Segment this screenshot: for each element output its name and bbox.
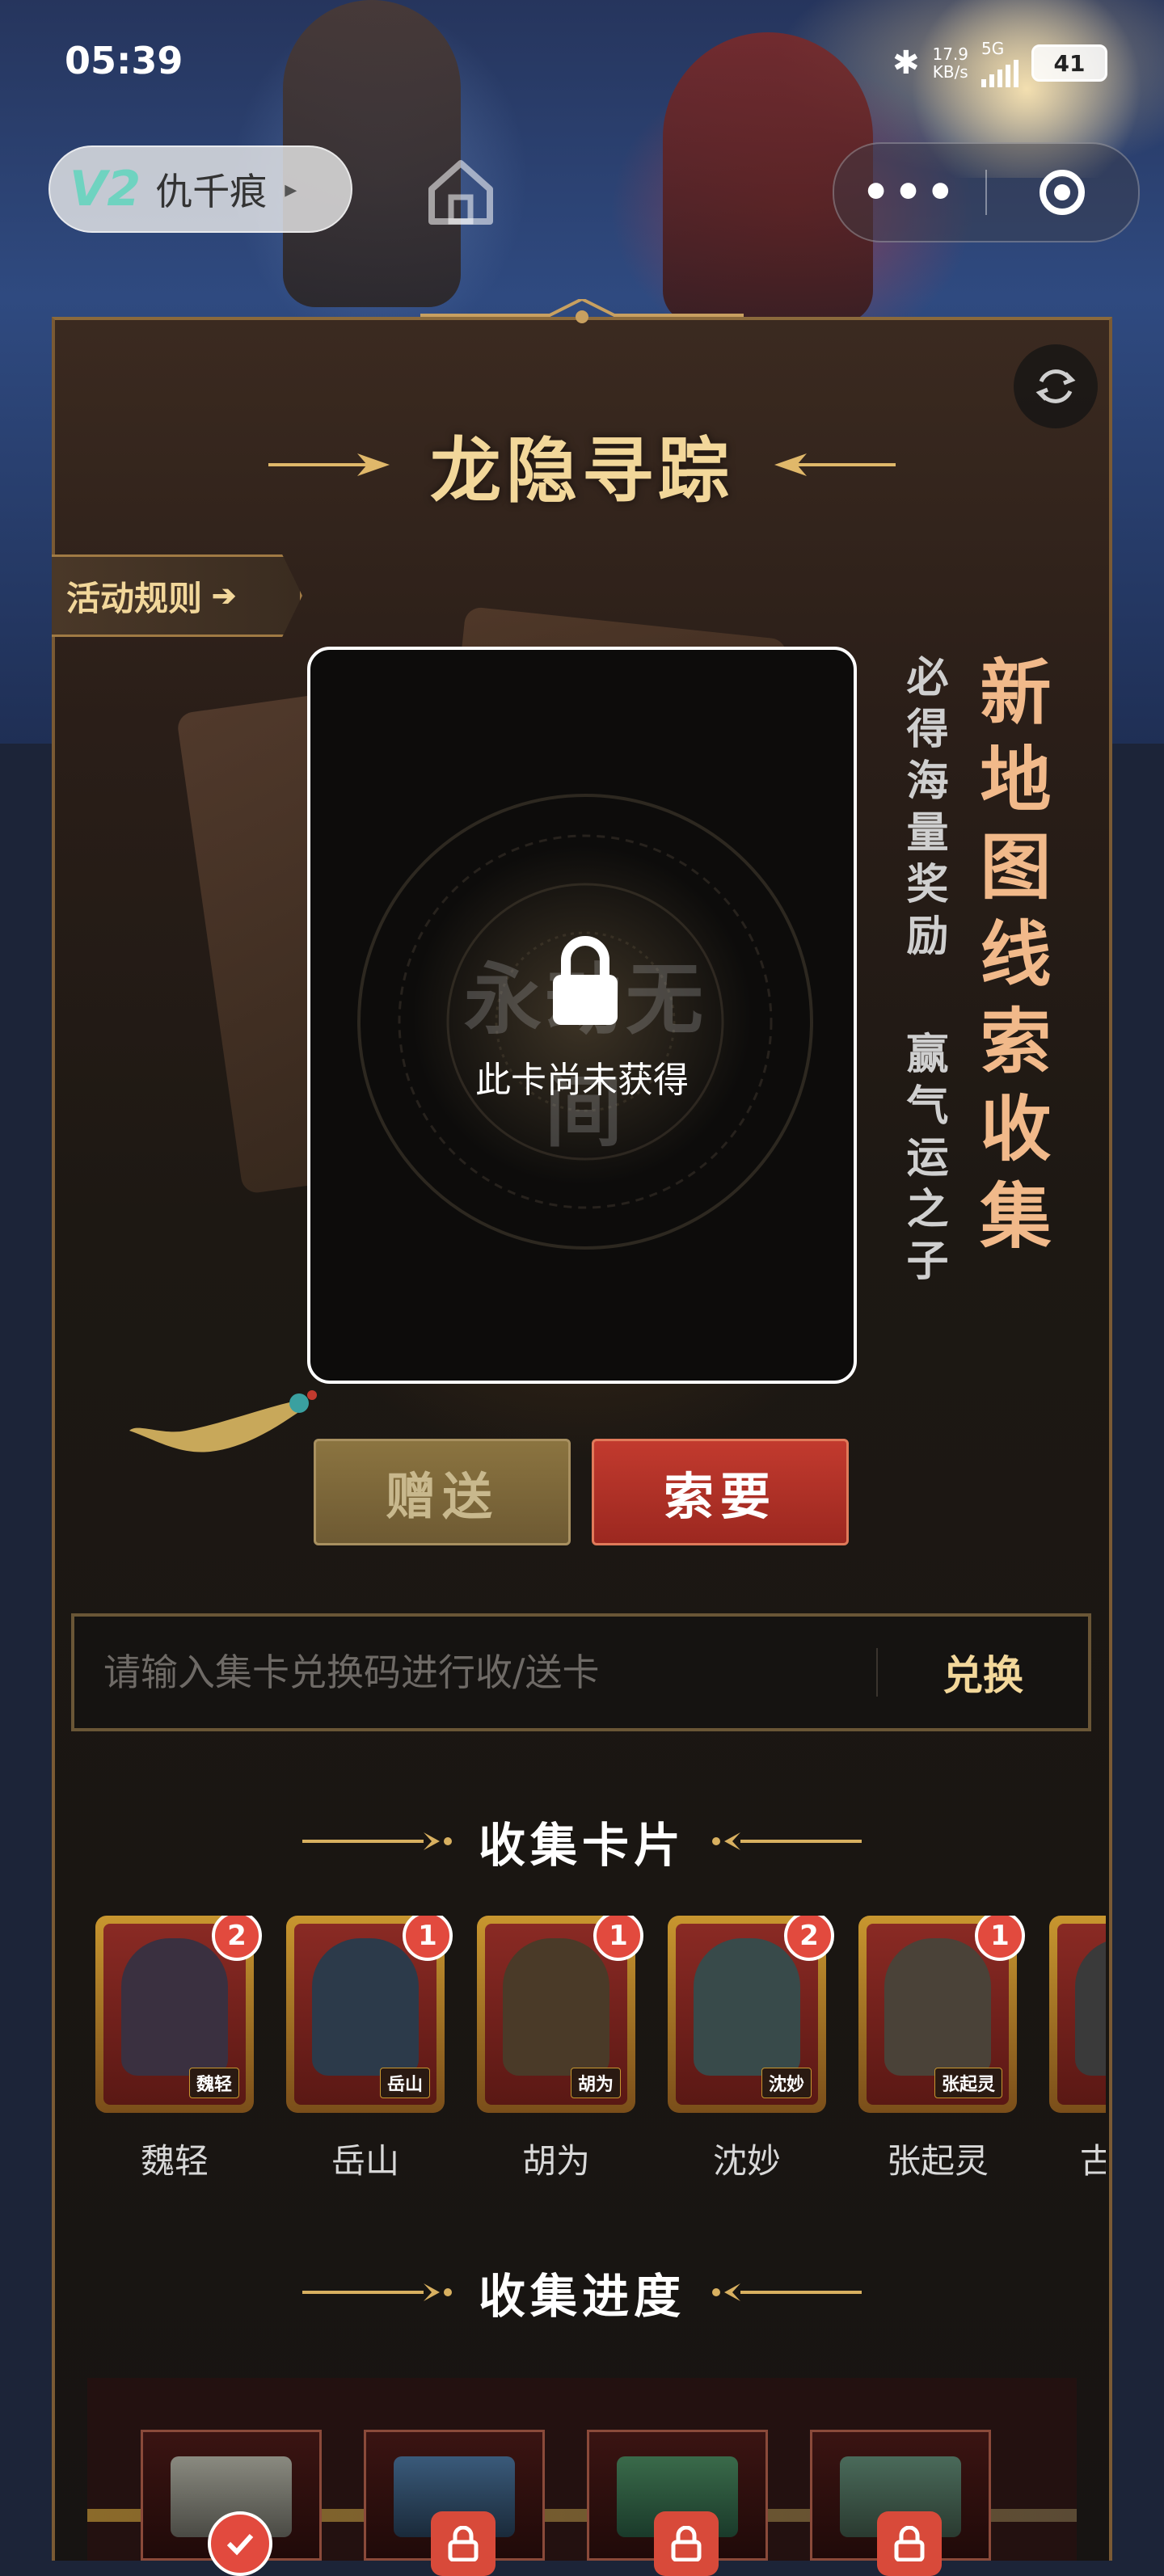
card-count-badge: 2 bbox=[784, 1916, 834, 1961]
tagline-rewards: 必得海量奖励 bbox=[899, 655, 948, 965]
character-portrait bbox=[503, 1938, 609, 2076]
event-title-row: 龙隐寻踪 bbox=[242, 412, 922, 517]
card-count-badge: 1 bbox=[403, 1916, 453, 1961]
collection-card[interactable]: 魏轻 2 魏轻 bbox=[94, 1916, 262, 2183]
card-nametag: 张起灵 bbox=[934, 2068, 1002, 2098]
heading-ornament-left bbox=[302, 2283, 452, 2301]
lock-icon bbox=[877, 2511, 942, 2576]
card-count-badge: 1 bbox=[975, 1916, 1025, 1961]
character-portrait bbox=[121, 1938, 228, 2076]
card-name: 张起灵 bbox=[886, 2141, 989, 2181]
headline-vertical: 新地图线索收集 bbox=[968, 655, 1052, 1266]
reward-milestone[interactable] bbox=[810, 2430, 991, 2576]
reward-milestone[interactable] bbox=[141, 2430, 322, 2576]
character-portrait bbox=[312, 1938, 419, 2076]
collection-card[interactable]: 胡为 1 胡为 bbox=[475, 1916, 643, 2183]
redeem-code-input[interactable] bbox=[74, 1616, 876, 1729]
progress-title: 收集进度 bbox=[478, 2269, 685, 2324]
title-ornament-left bbox=[268, 453, 390, 476]
lock-icon bbox=[431, 2511, 496, 2576]
collection-card[interactable]: 沈妙 2 沈妙 bbox=[666, 1916, 834, 2183]
miniapp-capsule: ••• bbox=[833, 142, 1140, 242]
close-miniapp-button[interactable] bbox=[987, 170, 1138, 215]
caret-right-icon: ▸ bbox=[285, 175, 297, 204]
card-nametag: 岳山 bbox=[379, 2068, 430, 2098]
ask-label: 索要 bbox=[663, 1467, 777, 1526]
progress-track bbox=[87, 2378, 1077, 2576]
card-name: 胡为 bbox=[521, 2141, 590, 2181]
event-title: 龙隐寻踪 bbox=[429, 428, 734, 512]
card-nametag: 魏轻 bbox=[188, 2068, 239, 2098]
card-name: 岳山 bbox=[331, 2141, 399, 2181]
card-count-badge: 2 bbox=[212, 1916, 262, 1961]
vip-badge: V2 bbox=[70, 161, 141, 217]
status-time: 05:39 bbox=[65, 39, 183, 82]
progress-heading: 收集进度 bbox=[0, 2258, 1164, 2326]
bluetooth-icon: ✱ bbox=[892, 44, 920, 82]
collection-card[interactable]: 岳山 1 岳山 bbox=[285, 1916, 453, 2183]
card-locked-text: 此卡尚未获得 bbox=[475, 1060, 689, 1101]
card-count-badge: 1 bbox=[593, 1916, 643, 1961]
refresh-icon bbox=[1035, 369, 1076, 403]
card-collection-list: 魏轻 2 魏轻 岳山 1 岳山 胡为 1 胡为 沈妙 2 沈妙 张起灵 1 张起… bbox=[94, 1916, 1106, 2190]
panel-top-ornament bbox=[420, 299, 744, 323]
signal-icon bbox=[981, 58, 1018, 87]
status-bar: 05:39 ✱ 17.9 KB/s 5G 41 bbox=[0, 0, 1164, 121]
tagline-luck: 赢气运之子 bbox=[899, 1031, 948, 1290]
card-nametag: 沈妙 bbox=[761, 2068, 812, 2098]
battery-level: 41 bbox=[1053, 49, 1086, 77]
card-frame bbox=[1049, 1916, 1106, 2113]
net-speed-unit: KB/s bbox=[932, 62, 968, 82]
net-speed: 17.9 KB/s bbox=[932, 45, 968, 81]
network-type: 5G bbox=[981, 39, 1018, 87]
refresh-button[interactable] bbox=[1014, 344, 1098, 428]
title-ornament-right bbox=[774, 453, 896, 476]
character-portrait bbox=[694, 1938, 800, 2076]
status-icons: ✱ 17.9 KB/s 5G 41 bbox=[892, 39, 1107, 87]
redeem-button[interactable]: 兑换 bbox=[878, 1643, 1088, 1701]
collection-card[interactable]: 古 bbox=[1048, 1916, 1106, 2183]
card-name: 沈妙 bbox=[712, 2141, 781, 2181]
home-icon[interactable] bbox=[420, 150, 501, 231]
character-portrait bbox=[884, 1938, 991, 2076]
ask-button[interactable]: 索要 bbox=[592, 1439, 849, 1545]
gift-button[interactable]: 赠送 bbox=[314, 1439, 571, 1545]
featured-card[interactable]: 永劫无间 此卡尚未获得 bbox=[307, 647, 857, 1384]
network-type-label: 5G bbox=[981, 39, 1005, 58]
card-name: 古 bbox=[1080, 2141, 1106, 2181]
rules-label: 活动规则 bbox=[66, 578, 203, 618]
user-profile-pill[interactable]: V2 仇千痕 ▸ bbox=[48, 145, 352, 233]
lock-icon bbox=[654, 2511, 719, 2576]
username: 仇千痕 bbox=[155, 170, 268, 213]
lock-icon bbox=[553, 936, 618, 1025]
collection-title: 收集卡片 bbox=[478, 1818, 685, 1873]
character-portrait bbox=[1075, 1938, 1106, 2076]
collection-card[interactable]: 张起灵 1 张起灵 bbox=[857, 1916, 1025, 2183]
net-speed-value: 17.9 bbox=[932, 44, 968, 64]
chevron-right-icon: ➔ bbox=[212, 579, 237, 613]
heading-ornament-left bbox=[302, 1832, 452, 1850]
collection-heading: 收集卡片 bbox=[0, 1807, 1164, 1875]
battery-icon: 41 bbox=[1031, 44, 1107, 82]
reward-milestone[interactable] bbox=[587, 2430, 768, 2576]
reward-milestone[interactable] bbox=[364, 2430, 545, 2576]
target-icon bbox=[1040, 170, 1086, 215]
tassel-ornament bbox=[129, 1390, 317, 1452]
check-icon bbox=[208, 2511, 272, 2576]
card-name: 魏轻 bbox=[140, 2141, 209, 2181]
redeem-box: 兑换 bbox=[71, 1613, 1091, 1731]
gift-label: 赠送 bbox=[385, 1467, 499, 1526]
card-nametag: 胡为 bbox=[570, 2068, 621, 2098]
more-icon[interactable]: ••• bbox=[834, 167, 985, 219]
rules-button[interactable]: 活动规则 ➔ bbox=[52, 554, 302, 637]
heading-ornament-right bbox=[712, 1832, 862, 1850]
heading-ornament-right bbox=[712, 2283, 862, 2301]
